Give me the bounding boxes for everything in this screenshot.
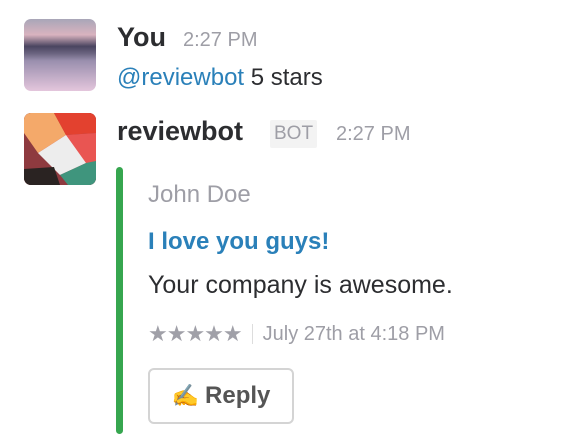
mention-link[interactable]: @reviewbot <box>117 64 244 91</box>
star-rating: ★★★★★ <box>148 321 243 346</box>
reply-button[interactable]: ✍️ Reply <box>148 368 294 424</box>
attachment-footer: ★★★★★ July 27th at 4:18 PM <box>148 321 445 347</box>
divider <box>251 324 253 344</box>
bot-badge: BOT <box>270 120 318 148</box>
attachment-title[interactable]: I love you guys! <box>148 228 329 256</box>
message-body: 5 stars <box>250 64 323 91</box>
message-text: @reviewbot 5 stars <box>117 64 323 92</box>
attachment-color-bar <box>116 167 123 434</box>
writing-hand-icon: ✍️ <box>171 383 200 408</box>
bot-avatar[interactable] <box>24 113 96 185</box>
message-time[interactable]: 2:27 PM <box>336 123 410 146</box>
footer-time: July 27th at 4:18 PM <box>262 322 445 345</box>
message-author[interactable]: reviewbot <box>117 116 243 147</box>
attachment-text: Your company is awesome. <box>148 271 453 299</box>
reply-label: Reply <box>205 382 271 409</box>
message-time[interactable]: 2:27 PM <box>183 29 257 52</box>
user-avatar[interactable] <box>24 19 96 91</box>
attachment-author: John Doe <box>148 181 251 208</box>
message-author[interactable]: You <box>117 22 166 53</box>
